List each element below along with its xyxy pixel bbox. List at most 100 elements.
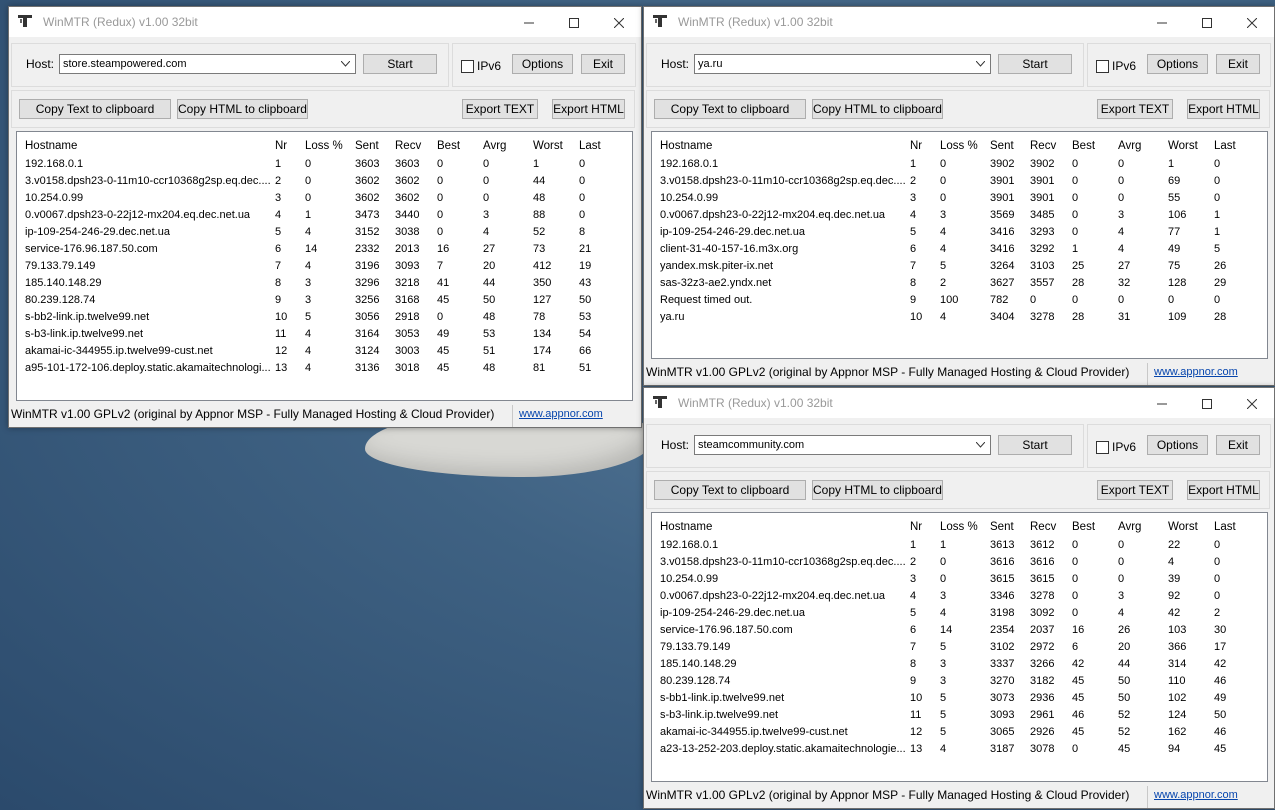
table-row[interactable]: s-b3-link.ip.twelve99.net 11 5 3093 2961 46 52… xyxy=(658,706,1252,723)
column-header-avrg[interactable]: Avrg xyxy=(481,137,531,155)
ipv6-label[interactable]: IPv6 xyxy=(1112,440,1136,454)
appnor-link[interactable]: www.appnor.com xyxy=(1154,366,1238,378)
minimize-button[interactable] xyxy=(1139,7,1184,37)
table-row[interactable]: s-b3-link.ip.twelve99.net 11 4 3164 3053 49 53… xyxy=(23,325,617,342)
table-row[interactable]: 10.254.0.99 3 0 3901 3901 0 0 55 0 xyxy=(658,189,1252,206)
table-row[interactable]: 3.v0158.dpsh23-0-11m10-ccr10368g2sp.eq.d… xyxy=(658,553,1252,570)
table-row[interactable]: sas-32z3-ae2.yndx.net 8 2 3627 3557 28 32 128 29 xyxy=(658,274,1252,291)
table-row[interactable]: 80.239.128.74 9 3 3270 3182 45 50 110 46 xyxy=(658,672,1252,689)
table-row[interactable]: 3.v0158.dpsh23-0-11m10-ccr10368g2sp.eq.d… xyxy=(658,172,1252,189)
chevron-down-icon[interactable] xyxy=(976,442,985,448)
table-row[interactable]: service-176.96.187.50.com 6 14 2332 2013 16 27… xyxy=(23,240,617,257)
column-header-hostname[interactable]: Hostname xyxy=(658,137,908,155)
close-button[interactable] xyxy=(1229,388,1274,418)
column-header-best[interactable]: Best xyxy=(1070,137,1116,155)
ipv6-label[interactable]: IPv6 xyxy=(1112,59,1136,73)
table-row[interactable]: a95-101-172-106.deploy.static.akamaitech… xyxy=(23,359,617,376)
ipv6-checkbox[interactable] xyxy=(461,60,474,73)
column-header-hostname[interactable]: Hostname xyxy=(23,137,273,155)
copy-html-button[interactable]: Copy HTML to clipboard xyxy=(177,99,308,119)
host-combobox[interactable]: steamcommunity.com xyxy=(694,435,991,455)
table-row[interactable]: ya.ru 10 4 3404 3278 28 31 109 28 xyxy=(658,308,1252,325)
export-html-button[interactable]: Export HTML xyxy=(552,99,625,119)
options-button[interactable]: Options xyxy=(512,54,573,74)
export-html-button[interactable]: Export HTML xyxy=(1187,99,1260,119)
title-bar[interactable]: WinMTR (Redux) v1.00 32bit xyxy=(9,7,641,37)
table-row[interactable]: 192.168.0.1 1 0 3902 3902 0 0 1 0 xyxy=(658,155,1252,172)
exit-button[interactable]: Exit xyxy=(1216,54,1260,74)
column-header-last[interactable]: Last xyxy=(577,137,617,155)
column-header-sent[interactable]: Sent xyxy=(353,137,393,155)
column-header-hostname[interactable]: Hostname xyxy=(658,518,908,536)
copy-html-button[interactable]: Copy HTML to clipboard xyxy=(812,480,943,500)
options-button[interactable]: Options xyxy=(1147,54,1208,74)
ipv6-label[interactable]: IPv6 xyxy=(477,59,501,73)
table-row[interactable]: 0.v0067.dpsh23-0-22j12-mx204.eq.dec.net.… xyxy=(658,587,1252,604)
export-text-button[interactable]: Export TEXT xyxy=(1097,99,1173,119)
exit-button[interactable]: Exit xyxy=(1216,435,1260,455)
table-row[interactable]: ip-109-254-246-29.dec.net.ua 5 4 3198 3092 0 4… xyxy=(658,604,1252,621)
copy-text-button[interactable]: Copy Text to clipboard xyxy=(19,99,171,119)
column-header-recv[interactable]: Recv xyxy=(1028,137,1070,155)
close-button[interactable] xyxy=(1229,7,1274,37)
title-bar[interactable]: WinMTR (Redux) v1.00 32bit xyxy=(644,388,1274,418)
column-header-row[interactable]: Hostname Nr Loss % Sent Recv Best Avrg Worst Las… xyxy=(23,137,617,155)
column-header-avrg[interactable]: Avrg xyxy=(1116,518,1166,536)
maximize-button[interactable] xyxy=(1184,7,1229,37)
column-header-last[interactable]: Last xyxy=(1212,137,1252,155)
copy-text-button[interactable]: Copy Text to clipboard xyxy=(654,480,806,500)
table-row[interactable]: 10.254.0.99 3 0 3615 3615 0 0 39 0 xyxy=(658,570,1252,587)
export-html-button[interactable]: Export HTML xyxy=(1187,480,1260,500)
table-row[interactable]: 10.254.0.99 3 0 3602 3602 0 0 48 0 xyxy=(23,189,617,206)
column-header-recv[interactable]: Recv xyxy=(1028,518,1070,536)
appnor-link[interactable]: www.appnor.com xyxy=(519,408,603,420)
copy-html-button[interactable]: Copy HTML to clipboard xyxy=(812,99,943,119)
table-row[interactable]: s-bb1-link.ip.twelve99.net 10 5 3073 2936 45 5… xyxy=(658,689,1252,706)
chevron-down-icon[interactable] xyxy=(341,61,350,67)
winmtr-window-store-steampowered[interactable]: WinMTR (Redux) v1.00 32bit Host: store.s… xyxy=(8,6,642,428)
table-row[interactable]: akamai-ic-344955.ip.twelve99-cust.net 12 5… xyxy=(658,723,1252,740)
copy-text-button[interactable]: Copy Text to clipboard xyxy=(654,99,806,119)
table-row[interactable]: Request timed out. 9 100 782 0 0 0 0 0 xyxy=(658,291,1252,308)
maximize-button[interactable] xyxy=(1184,388,1229,418)
column-header-row[interactable]: Hostname Nr Loss % Sent Recv Best Avrg Worst Las… xyxy=(658,137,1252,155)
export-text-button[interactable]: Export TEXT xyxy=(462,99,538,119)
column-header-loss[interactable]: Loss % xyxy=(938,137,988,155)
column-header-worst[interactable]: Worst xyxy=(1166,137,1212,155)
table-row[interactable]: 192.168.0.1 1 1 3613 3612 0 0 22 0 xyxy=(658,536,1252,553)
table-row[interactable]: ip-109-254-246-29.dec.net.ua 5 4 3416 3293 0 4… xyxy=(658,223,1252,240)
column-header-loss[interactable]: Loss % xyxy=(303,137,353,155)
winmtr-window-steamcommunity[interactable]: WinMTR (Redux) v1.00 32bit Host: steamco… xyxy=(643,387,1275,809)
column-header-avrg[interactable]: Avrg xyxy=(1116,137,1166,155)
table-row[interactable]: 192.168.0.1 1 0 3603 3603 0 0 1 0 xyxy=(23,155,617,172)
hops-listview[interactable]: Hostname Nr Loss % Sent Recv Best Avrg Worst Las… xyxy=(651,512,1268,782)
host-combobox[interactable]: ya.ru xyxy=(694,54,991,74)
table-row[interactable]: 185.140.148.29 8 3 3296 3218 41 44 350 43 xyxy=(23,274,617,291)
appnor-link[interactable]: www.appnor.com xyxy=(1154,789,1238,801)
table-row[interactable]: 3.v0158.dpsh23-0-11m10-ccr10368g2sp.eq.d… xyxy=(23,172,617,189)
column-header-nr[interactable]: Nr xyxy=(908,137,938,155)
column-header-worst[interactable]: Worst xyxy=(1166,518,1212,536)
maximize-button[interactable] xyxy=(551,7,596,37)
column-header-nr[interactable]: Nr xyxy=(273,137,303,155)
title-bar[interactable]: WinMTR (Redux) v1.00 32bit xyxy=(644,7,1274,37)
table-row[interactable]: akamai-ic-344955.ip.twelve99-cust.net 12 4… xyxy=(23,342,617,359)
options-button[interactable]: Options xyxy=(1147,435,1208,455)
column-header-recv[interactable]: Recv xyxy=(393,137,435,155)
table-row[interactable]: yandex.msk.piter-ix.net 7 5 3264 3103 25 27 75 2… xyxy=(658,257,1252,274)
hops-listview[interactable]: Hostname Nr Loss % Sent Recv Best Avrg Worst Las… xyxy=(16,131,633,401)
ipv6-checkbox[interactable] xyxy=(1096,441,1109,454)
minimize-button[interactable] xyxy=(1139,388,1184,418)
column-header-row[interactable]: Hostname Nr Loss % Sent Recv Best Avrg Worst Las… xyxy=(658,518,1252,536)
winmtr-window-ya-ru[interactable]: WinMTR (Redux) v1.00 32bit Host: ya.ru S… xyxy=(643,6,1275,386)
table-row[interactable]: 0.v0067.dpsh23-0-22j12-mx204.eq.dec.net.… xyxy=(23,206,617,223)
table-row[interactable]: 0.v0067.dpsh23-0-22j12-mx204.eq.dec.net.… xyxy=(658,206,1252,223)
table-row[interactable]: ip-109-254-246-29.dec.net.ua 5 4 3152 3038 0 4… xyxy=(23,223,617,240)
table-row[interactable]: 185.140.148.29 8 3 3337 3266 42 44 314 42 xyxy=(658,655,1252,672)
start-button[interactable]: Start xyxy=(363,54,437,74)
column-header-worst[interactable]: Worst xyxy=(531,137,577,155)
table-row[interactable]: 79.133.79.149 7 4 3196 3093 7 20 412 19 xyxy=(23,257,617,274)
host-combobox[interactable]: store.steampowered.com xyxy=(59,54,356,74)
export-text-button[interactable]: Export TEXT xyxy=(1097,480,1173,500)
column-header-best[interactable]: Best xyxy=(1070,518,1116,536)
